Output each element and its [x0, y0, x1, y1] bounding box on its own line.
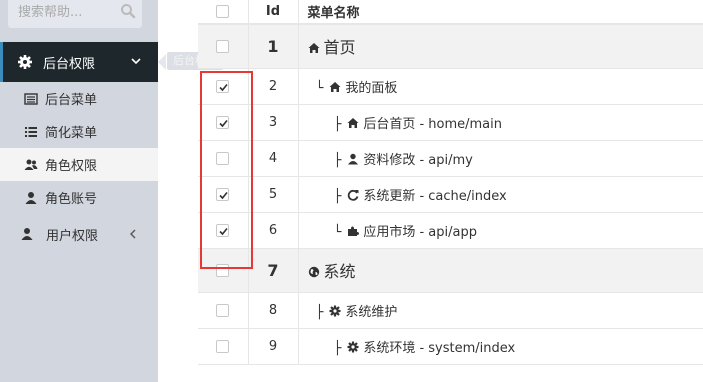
table-row[interactable]: 3 ├ 后台首页 - home/main — [198, 104, 703, 141]
sidebar-item-label: 角色账号 — [45, 192, 98, 207]
menu-name: 系统维护 — [345, 304, 398, 320]
row-checkbox[interactable] — [216, 39, 230, 53]
column-header-id: Id — [248, 0, 299, 25]
sidebar-item-label: 用户权限 — [46, 228, 99, 244]
id-cell: 2 — [248, 68, 299, 105]
user-icon — [348, 153, 359, 164]
checkbox-cell — [198, 328, 249, 365]
table-row[interactable]: 2 └ 我的面板 — [198, 68, 703, 105]
id-cell: 8 — [248, 292, 299, 329]
menu-name: 系统 — [323, 262, 356, 281]
menu-name: 我的面板 — [345, 80, 398, 96]
sidebar: 后台权限 后台菜单 简化菜单 角色权限 角色账号 — [0, 0, 166, 382]
id-cell: 7 — [248, 248, 299, 293]
tree-connector: └ — [333, 224, 342, 240]
tree-connector: ├ — [333, 188, 342, 204]
tree-connector: └ — [315, 80, 324, 96]
sidebar-item-label: 角色权限 — [45, 159, 98, 174]
gear-icon — [18, 55, 32, 69]
chevron-down-icon — [131, 58, 141, 65]
name-cell: ├ 系统维护 — [298, 292, 703, 329]
menu-table: Id 菜单名称 1 首页 2 └ 我的面板 3 ├ 后台首页 - home/main 4 ├ 资料修… — [198, 0, 703, 365]
table-group-row[interactable]: 1 首页 — [198, 24, 703, 69]
user-icon — [25, 191, 37, 204]
tree-connector: ├ — [333, 340, 342, 356]
table-group-row[interactable]: 7 系统 — [198, 248, 703, 293]
name-cell: └ 应用市场 - api/app — [298, 212, 703, 249]
menu-name: 系统环境 - system/index — [363, 340, 516, 356]
sidebar-item-role-permissions[interactable]: 角色权限 — [0, 148, 158, 181]
name-cell: ├ 资料修改 - api/my — [298, 140, 703, 177]
name-cell: 首页 — [298, 24, 703, 69]
menu-name: 首页 — [323, 38, 356, 58]
search-input[interactable] — [18, 2, 118, 22]
table-row[interactable]: 8 ├ 系统维护 — [198, 292, 703, 329]
table-row[interactable]: 6 └ 应用市场 - api/app — [198, 212, 703, 249]
checkbox-cell — [198, 292, 249, 329]
sidebar-item-label: 后台权限 — [43, 56, 96, 72]
sidebar-item-role-accounts[interactable]: 角色账号 — [0, 181, 158, 214]
cog-icon — [347, 341, 359, 352]
globe-icon — [308, 266, 319, 278]
id-cell: 5 — [248, 176, 299, 213]
menu-name: 资料修改 - api/my — [363, 152, 473, 168]
header-checkbox-cell — [198, 0, 249, 25]
checkbox-cell — [198, 24, 249, 69]
row-checkbox[interactable] — [216, 303, 230, 317]
sidebar-item-user-permissions[interactable]: 用户权限 — [0, 214, 158, 254]
sidebar-item-simple-menu[interactable]: 简化菜单 — [0, 115, 158, 148]
home-icon — [329, 81, 341, 92]
menu-name: 系统更新 - cache/index — [363, 188, 507, 204]
row-checkbox[interactable] — [216, 339, 230, 353]
sidebar-item-backend-menu[interactable]: 后台菜单 — [0, 82, 158, 115]
id-cell: 3 — [248, 104, 299, 141]
name-cell: 系统 — [298, 248, 703, 293]
menu-table-container: Id 菜单名称 1 首页 2 └ 我的面板 3 ├ 后台首页 - home/main 4 ├ 资料修… — [198, 0, 703, 382]
menu-name: 后台首页 - home/main — [363, 116, 502, 132]
puzzle-icon — [348, 226, 360, 236]
sidebar-item-label: 后台菜单 — [45, 93, 98, 108]
menu-name: 应用市场 - api/app — [363, 224, 477, 240]
name-cell: ├ 系统更新 - cache/index — [298, 176, 703, 213]
home-icon — [347, 117, 359, 128]
list-icon — [25, 126, 37, 137]
search-icon[interactable] — [120, 3, 136, 19]
id-cell: 6 — [248, 212, 299, 249]
chevron-left-icon — [130, 229, 136, 239]
table-row[interactable]: 9 ├ 系统环境 - system/index — [198, 328, 703, 365]
sidebar-search — [0, 0, 158, 30]
tooltip-arrow — [158, 54, 166, 70]
tree-connector: ├ — [333, 116, 342, 132]
id-cell: 9 — [248, 328, 299, 365]
tree-connector: ├ — [315, 304, 324, 320]
refresh-icon — [348, 189, 359, 201]
highlight-box — [200, 71, 253, 269]
id-cell: 1 — [248, 24, 299, 69]
select-all-checkbox[interactable] — [216, 5, 230, 18]
id-cell: 4 — [248, 140, 299, 177]
home-icon — [308, 43, 319, 54]
column-header-name: 菜单名称 — [298, 0, 703, 25]
list-alt-icon — [24, 92, 38, 105]
name-cell: ├ 后台首页 - home/main — [298, 104, 703, 141]
sidebar-item-label: 简化菜单 — [45, 126, 98, 141]
table-header-row: Id 菜单名称 — [198, 0, 703, 25]
sidebar-item-backend-permissions[interactable]: 后台权限 — [0, 42, 166, 82]
cog-icon — [329, 305, 341, 316]
name-cell: ├ 系统环境 - system/index — [298, 328, 703, 365]
table-row[interactable]: 4 ├ 资料修改 - api/my — [198, 140, 703, 177]
users-icon — [24, 159, 38, 170]
tree-connector: ├ — [333, 152, 342, 168]
user-icon — [21, 228, 33, 240]
table-row[interactable]: 5 ├ 系统更新 - cache/index — [198, 176, 703, 213]
name-cell: └ 我的面板 — [298, 68, 703, 105]
